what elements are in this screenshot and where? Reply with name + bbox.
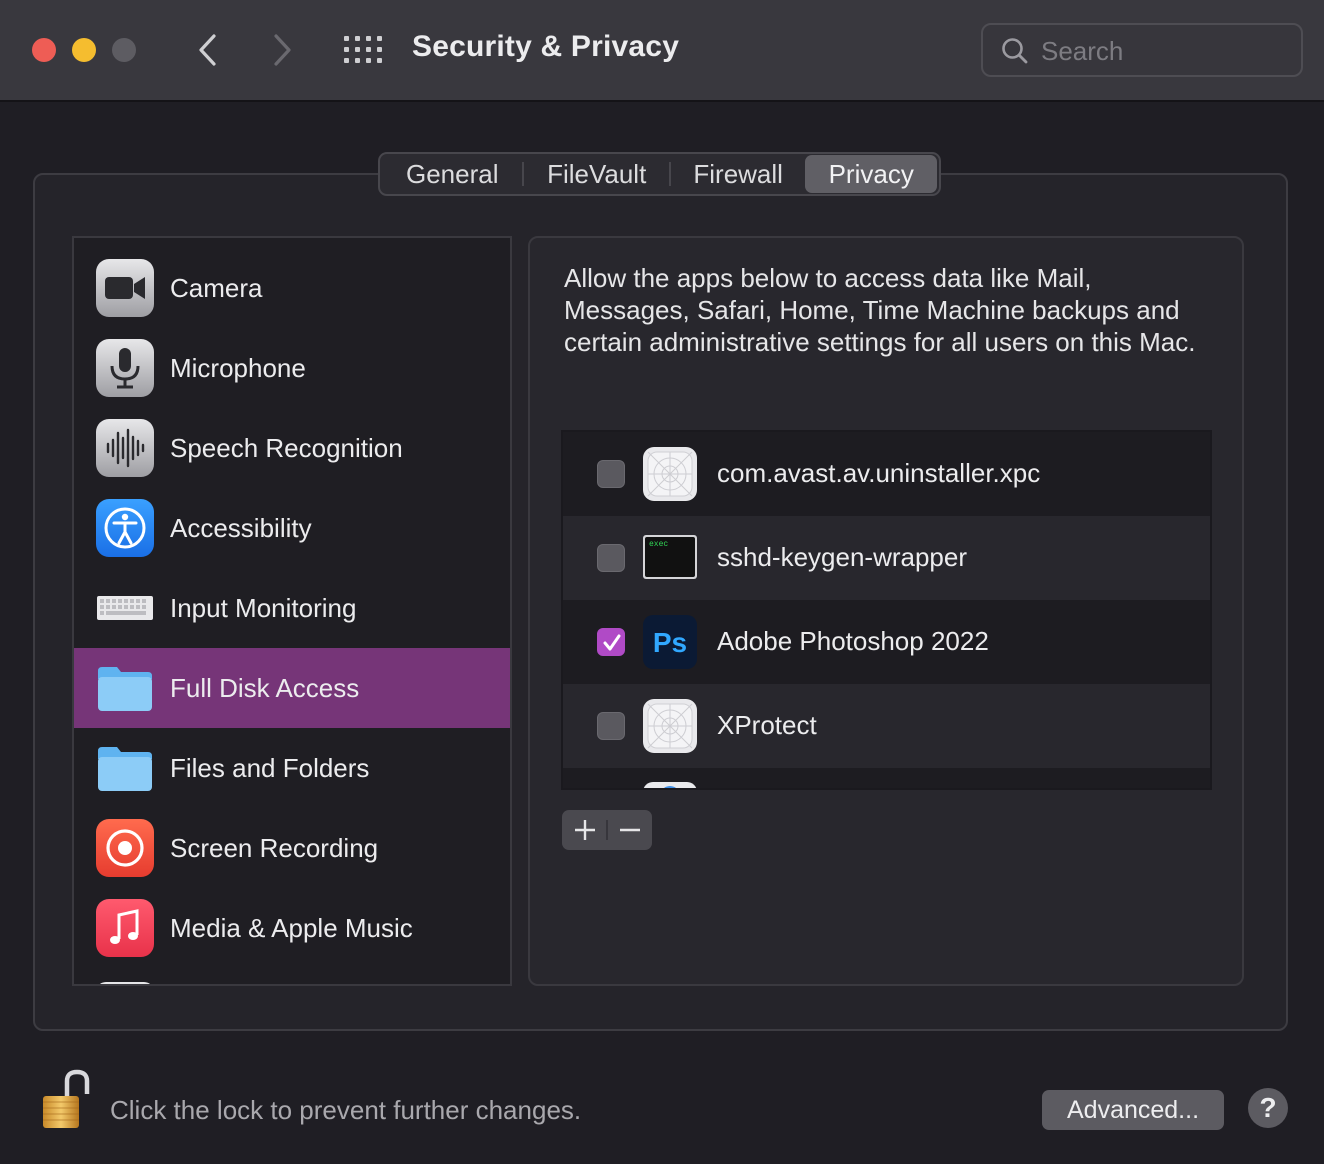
zoom-window-button[interactable] bbox=[112, 38, 136, 62]
tab-bar: General FileVault Firewall Privacy bbox=[378, 152, 941, 196]
tab-firewall[interactable]: Firewall bbox=[671, 155, 806, 193]
sidebar-item-speech-recognition[interactable]: Speech Recognition bbox=[74, 408, 510, 488]
sidebar-item-label: Full Disk Access bbox=[170, 672, 360, 703]
sidebar-item-label: Files and Folders bbox=[170, 752, 370, 783]
advanced-button[interactable]: Advanced... bbox=[1042, 1090, 1224, 1130]
sidebar-item-full-disk-access[interactable]: Full Disk Access bbox=[74, 648, 510, 728]
window-title: Security & Privacy bbox=[412, 30, 680, 63]
grid-icon bbox=[344, 36, 382, 63]
search-field[interactable] bbox=[981, 23, 1303, 77]
forward-button[interactable] bbox=[266, 30, 300, 70]
music-icon bbox=[96, 899, 154, 957]
sidebar-item-files-and-folders[interactable]: Files and Folders bbox=[74, 728, 510, 808]
app-checkbox[interactable] bbox=[597, 460, 625, 488]
close-window-button[interactable] bbox=[32, 38, 56, 62]
tab-privacy[interactable]: Privacy bbox=[805, 155, 938, 193]
app-name: XProtect bbox=[717, 710, 817, 740]
title-bar: Security & Privacy bbox=[0, 0, 1324, 102]
accessibility-icon bbox=[96, 499, 154, 557]
terminal-exec-icon: exec bbox=[643, 535, 697, 579]
app-row-partial bbox=[563, 768, 1210, 788]
sidebar-item-label: Screen Recording bbox=[170, 832, 379, 863]
microphone-icon bbox=[96, 339, 154, 397]
generic-app-icon bbox=[643, 699, 697, 753]
search-input[interactable] bbox=[1041, 33, 1291, 69]
sidebar-item-camera[interactable]: Camera bbox=[74, 248, 510, 328]
tab-general[interactable]: General bbox=[382, 155, 522, 193]
app-name: Adobe Photoshop 2022 bbox=[717, 626, 989, 656]
photoshop-icon: Ps bbox=[643, 615, 697, 669]
search-icon bbox=[1002, 38, 1028, 64]
exec-label: exec bbox=[649, 540, 668, 549]
show-all-button[interactable] bbox=[344, 36, 382, 64]
app-row[interactable]: com.avast.av.uninstaller.xpc bbox=[563, 432, 1210, 516]
waveform-icon bbox=[96, 419, 154, 477]
help-button[interactable]: ? bbox=[1248, 1088, 1288, 1128]
sidebar-item-label: Accessibility bbox=[170, 512, 312, 543]
minus-icon bbox=[619, 828, 640, 832]
app-name: com.avast.av.uninstaller.xpc bbox=[717, 458, 1041, 488]
sidebar-item-screen-recording[interactable]: Screen Recording bbox=[74, 808, 510, 888]
sidebar-item-microphone[interactable]: Microphone bbox=[74, 328, 510, 408]
back-button[interactable] bbox=[190, 30, 224, 70]
sidebar-item-input-monitoring[interactable]: Input Monitoring bbox=[74, 568, 510, 648]
chevron-right-icon bbox=[274, 34, 291, 66]
camera-icon bbox=[96, 259, 154, 317]
sidebar-item-media-apple-music[interactable]: Media & Apple Music bbox=[74, 888, 510, 968]
partial-app-icon bbox=[643, 782, 697, 788]
keyboard-icon bbox=[97, 596, 153, 620]
partial-list-item bbox=[96, 982, 154, 984]
app-checkbox[interactable] bbox=[597, 712, 625, 740]
app-name: sshd-keygen-wrapper bbox=[717, 542, 968, 572]
unlocked-padlock-icon bbox=[43, 1069, 90, 1128]
panel-description: Allow the apps below to access data like… bbox=[564, 263, 1196, 357]
sidebar-item-label: Microphone bbox=[170, 352, 306, 383]
sidebar-item-label: Camera bbox=[170, 272, 263, 303]
app-checkbox[interactable] bbox=[597, 544, 625, 572]
app-row[interactable]: Ps Adobe Photoshop 2022 bbox=[563, 600, 1210, 684]
folder-icon bbox=[98, 747, 152, 791]
tab-filevault[interactable]: FileVault bbox=[524, 155, 668, 193]
remove-app-button[interactable] bbox=[607, 810, 652, 850]
checkmark-icon bbox=[603, 634, 621, 651]
app-checkbox-checked[interactable] bbox=[597, 628, 625, 656]
app-row[interactable]: XProtect bbox=[563, 684, 1210, 768]
sidebar-item-label: Input Monitoring bbox=[170, 592, 357, 623]
chevron-left-icon bbox=[199, 34, 216, 66]
app-row[interactable]: exec sshd-keygen-wrapper bbox=[563, 516, 1210, 600]
folder-icon bbox=[98, 667, 152, 711]
add-app-button[interactable] bbox=[562, 810, 607, 850]
add-remove-control bbox=[562, 810, 652, 850]
minimize-window-button[interactable] bbox=[72, 38, 96, 62]
plus-icon bbox=[574, 820, 595, 840]
photoshop-label: Ps bbox=[653, 627, 687, 658]
lock-button[interactable] bbox=[40, 1068, 94, 1132]
privacy-category-list[interactable]: Camera Microphone Speech Recognition Acc… bbox=[72, 236, 512, 986]
record-icon bbox=[96, 819, 154, 877]
generic-app-icon bbox=[643, 447, 697, 501]
sidebar-item-label: Speech Recognition bbox=[170, 432, 403, 463]
lock-status-text: Click the lock to prevent further change… bbox=[110, 1095, 582, 1125]
app-list[interactable]: com.avast.av.uninstaller.xpc exec sshd-k… bbox=[561, 430, 1212, 790]
sidebar-item-accessibility[interactable]: Accessibility bbox=[74, 488, 510, 568]
sidebar-item-label: Media & Apple Music bbox=[170, 912, 413, 943]
